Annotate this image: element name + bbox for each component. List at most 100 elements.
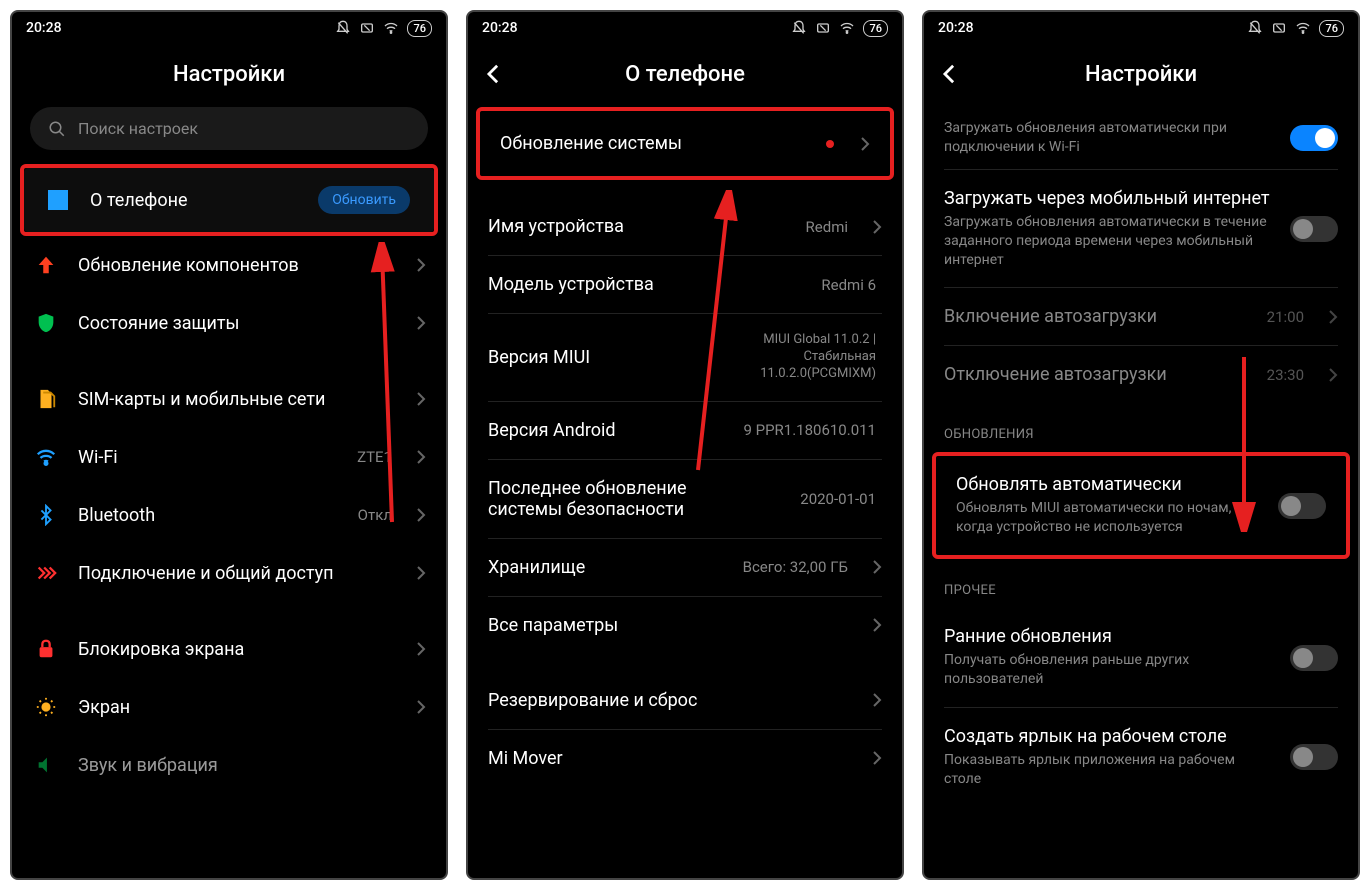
row-label: Обновление системы xyxy=(500,133,808,154)
notification-dot-icon xyxy=(826,140,834,148)
battery-icon: 76 xyxy=(1319,20,1344,37)
status-icons: 76 xyxy=(335,20,432,37)
row-device-name[interactable]: Имя устройства Redmi xyxy=(468,198,902,255)
row-value: 23:30 xyxy=(1267,366,1304,384)
status-icons: 76 xyxy=(791,20,888,37)
toggle-wifi-download[interactable] xyxy=(1290,125,1338,151)
chevron-right-icon xyxy=(1328,309,1338,325)
row-system-update[interactable]: Обновление системы xyxy=(480,111,890,176)
row-label: Версия MIUI xyxy=(488,347,678,368)
row-value: Redmi xyxy=(806,218,848,236)
status-bar: 20:28 76 xyxy=(12,12,446,44)
search-input[interactable]: Поиск настроек xyxy=(30,107,428,150)
chevron-right-icon xyxy=(860,136,870,152)
row-label: Создать ярлык на рабочем столе xyxy=(944,726,1272,747)
row-miui[interactable]: Версия MIUI MIUI Global 11.0.2 | Стабиль… xyxy=(468,314,902,401)
battery-icon: 76 xyxy=(407,20,432,37)
row-model[interactable]: Модель устройства Redmi 6 xyxy=(468,256,902,313)
row-label: Хранилище xyxy=(488,557,725,578)
wifi-icon xyxy=(839,20,855,36)
share-icon xyxy=(32,562,60,584)
row-wifi[interactable]: Wi-Fi ZTE1 xyxy=(12,428,446,486)
battery-box-icon xyxy=(1271,20,1287,36)
chevron-right-icon xyxy=(416,391,426,407)
row-label: Ранние обновления xyxy=(944,626,1272,647)
row-label: Включение автозагрузки xyxy=(944,306,1249,327)
search-placeholder: Поиск настроек xyxy=(78,119,198,138)
row-security-patch[interactable]: Последнее обновление системы безопасност… xyxy=(468,460,902,538)
row-display[interactable]: Экран xyxy=(12,678,446,736)
row-sound[interactable]: Звук и вибрация xyxy=(12,736,446,794)
row-share[interactable]: Подключение и общий доступ xyxy=(12,544,446,602)
section-other: ПРОЧЕЕ xyxy=(924,559,1358,608)
search-icon xyxy=(48,120,66,138)
toggle-auto-update[interactable] xyxy=(1278,493,1326,519)
chevron-right-icon xyxy=(1328,367,1338,383)
wifi-icon xyxy=(1295,20,1311,36)
chevron-right-icon xyxy=(872,559,882,575)
row-security-status[interactable]: Состояние защиты xyxy=(12,294,446,352)
row-autoload-on: Включение автозагрузки 21:00 xyxy=(924,288,1358,345)
row-label: О телефоне xyxy=(90,190,300,211)
wifi-icon xyxy=(32,446,60,468)
row-sim[interactable]: SIM-карты и мобильные сети xyxy=(12,370,446,428)
row-label: Состояние защиты xyxy=(78,313,398,334)
row-label: Блокировка экрана xyxy=(78,639,398,660)
highlight-about-phone: О телефоне Обновить xyxy=(20,164,438,236)
chevron-right-icon xyxy=(416,257,426,273)
row-value: 2020-01-01 xyxy=(800,490,876,508)
row-label: Mi Mover xyxy=(488,748,854,769)
toggle-shortcut[interactable] xyxy=(1290,744,1338,770)
do-not-disturb-icon xyxy=(1247,20,1263,36)
row-wifi-download[interactable]: Загружать обновления автоматически при п… xyxy=(924,113,1358,169)
row-about-phone[interactable]: О телефоне Обновить xyxy=(24,168,434,232)
about-phone-icon xyxy=(44,190,72,210)
header: О телефоне xyxy=(468,44,902,107)
back-button[interactable] xyxy=(942,63,956,89)
row-label: Модель устройства xyxy=(488,274,803,295)
row-all-params[interactable]: Все параметры xyxy=(468,597,902,654)
sim-icon xyxy=(32,388,60,410)
chevron-right-icon xyxy=(416,699,426,715)
row-label: Имя устройства xyxy=(488,216,788,237)
row-mobile-download[interactable]: Загружать через мобильный интернет Загру… xyxy=(924,170,1358,288)
section-updates: ОБНОВЛЕНИЯ xyxy=(924,403,1358,452)
chevron-right-icon xyxy=(872,692,882,708)
row-backup[interactable]: Резервирование и сброс xyxy=(468,672,902,729)
row-value: Всего: 32,00 ГБ xyxy=(743,558,848,576)
row-label: Все параметры xyxy=(488,615,854,636)
row-label: Обновлять автоматически xyxy=(956,474,1260,495)
row-shortcut[interactable]: Создать ярлык на рабочем столе Показыват… xyxy=(924,708,1358,807)
row-sublabel: Обновлять MIUI автоматически по ночам, к… xyxy=(956,499,1260,537)
header: Настройки xyxy=(924,44,1358,107)
do-not-disturb-icon xyxy=(791,20,807,36)
update-button[interactable]: Обновить xyxy=(318,186,410,214)
battery-box-icon xyxy=(359,20,375,36)
row-label: Bluetooth xyxy=(78,505,340,526)
row-label: Резервирование и сброс xyxy=(488,690,854,711)
update-settings-list: Загружать обновления автоматически при п… xyxy=(924,107,1358,878)
row-label: Экран xyxy=(78,697,398,718)
toggle-early-updates[interactable] xyxy=(1290,645,1338,671)
status-time: 20:28 xyxy=(26,20,62,36)
chevron-right-icon xyxy=(872,617,882,633)
row-component-updates[interactable]: Обновление компонентов xyxy=(12,236,446,294)
status-bar: 20:28 76 xyxy=(468,12,902,44)
chevron-right-icon xyxy=(416,507,426,523)
row-storage[interactable]: Хранилище Всего: 32,00 ГБ xyxy=(468,539,902,596)
screen-settings-main: 20:28 76 Настройки Поиск настроек О теле… xyxy=(10,10,448,880)
wifi-icon xyxy=(383,20,399,36)
row-auto-update[interactable]: Обновлять автоматически Обновлять MIUI а… xyxy=(936,456,1346,555)
chevron-right-icon xyxy=(872,750,882,766)
highlight-auto-update: Обновлять автоматически Обновлять MIUI а… xyxy=(932,452,1350,559)
row-label: Загружать обновления автоматически при п… xyxy=(944,119,1272,157)
row-label: Версия Android xyxy=(488,420,725,441)
row-lock[interactable]: Блокировка экрана xyxy=(12,620,446,678)
back-button[interactable] xyxy=(486,63,500,89)
row-mi-mover[interactable]: Mi Mover xyxy=(468,730,902,787)
row-early-updates[interactable]: Ранние обновления Получать обновления ра… xyxy=(924,608,1358,707)
toggle-mobile-download[interactable] xyxy=(1290,216,1338,242)
row-bluetooth[interactable]: Bluetooth Откл xyxy=(12,486,446,544)
row-android[interactable]: Версия Android 9 PPR1.180610.011 xyxy=(468,402,902,459)
status-bar: 20:28 76 xyxy=(924,12,1358,44)
